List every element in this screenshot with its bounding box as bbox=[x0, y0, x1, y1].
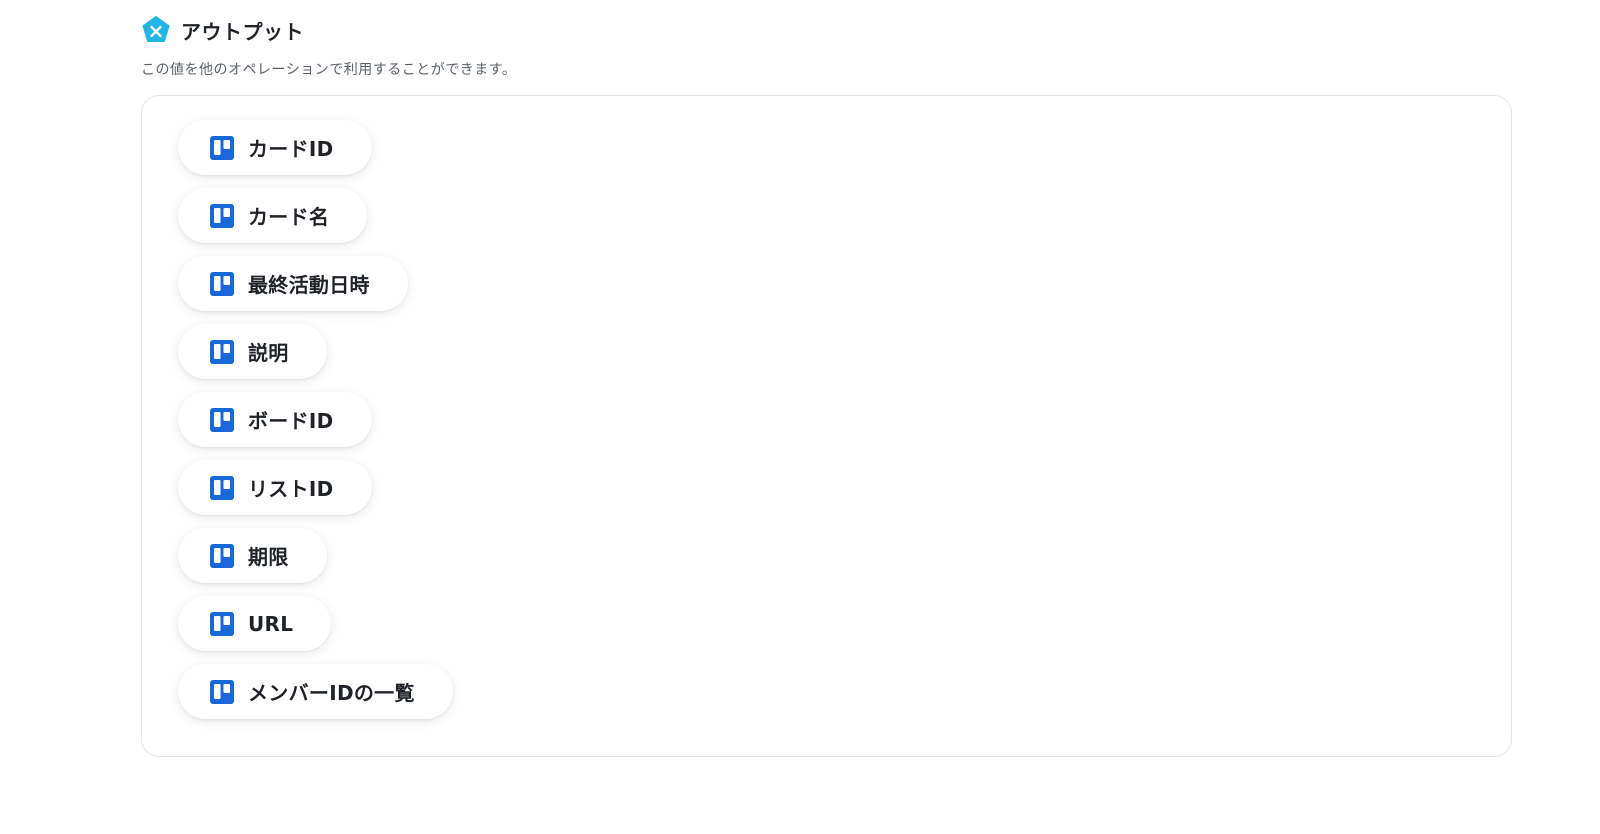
output-chip-url[interactable]: URL bbox=[178, 596, 332, 651]
output-chip-due[interactable]: 期限 bbox=[178, 528, 327, 583]
trello-icon bbox=[210, 339, 234, 364]
output-chip-list-id[interactable]: リストID bbox=[178, 460, 372, 515]
section-title: アウトプット bbox=[181, 19, 304, 44]
chip-label: URL bbox=[248, 611, 294, 636]
output-chip-card-name[interactable]: カード名 bbox=[178, 188, 368, 243]
chip-label: リストID bbox=[248, 477, 334, 501]
output-chip-last-activity[interactable]: 最終活動日時 bbox=[178, 256, 408, 311]
trello-icon bbox=[210, 475, 234, 500]
trello-icon bbox=[210, 611, 234, 636]
chip-label: 説明 bbox=[248, 341, 289, 365]
trello-icon bbox=[210, 271, 234, 296]
chip-label: カード名 bbox=[248, 205, 330, 229]
chip-label: カードID bbox=[248, 137, 334, 161]
chip-label: ボードID bbox=[248, 409, 334, 433]
trello-icon bbox=[210, 679, 234, 704]
output-chip-board-id[interactable]: ボードID bbox=[178, 392, 372, 447]
output-section-header: アウトプット bbox=[141, 14, 304, 46]
trello-icon bbox=[210, 135, 234, 160]
output-chip-card-id[interactable]: カードID bbox=[178, 120, 372, 175]
output-chip-description[interactable]: 説明 bbox=[178, 324, 327, 379]
yoom-pentagon-icon bbox=[142, 16, 170, 42]
chip-label: メンバーIDの一覧 bbox=[248, 681, 415, 705]
chip-label: 最終活動日時 bbox=[248, 273, 370, 297]
trello-icon bbox=[210, 543, 234, 568]
trello-icon bbox=[210, 407, 234, 432]
output-panel: カードID カード名 最終活動日時 説明 ボードID リストID 期限 URL … bbox=[141, 95, 1512, 757]
section-description: この値を他のオペレーションで利用することができます。 bbox=[141, 62, 517, 78]
chip-label: 期限 bbox=[248, 545, 289, 569]
trello-icon bbox=[210, 203, 234, 228]
output-chip-member-ids[interactable]: メンバーIDの一覧 bbox=[178, 664, 453, 719]
